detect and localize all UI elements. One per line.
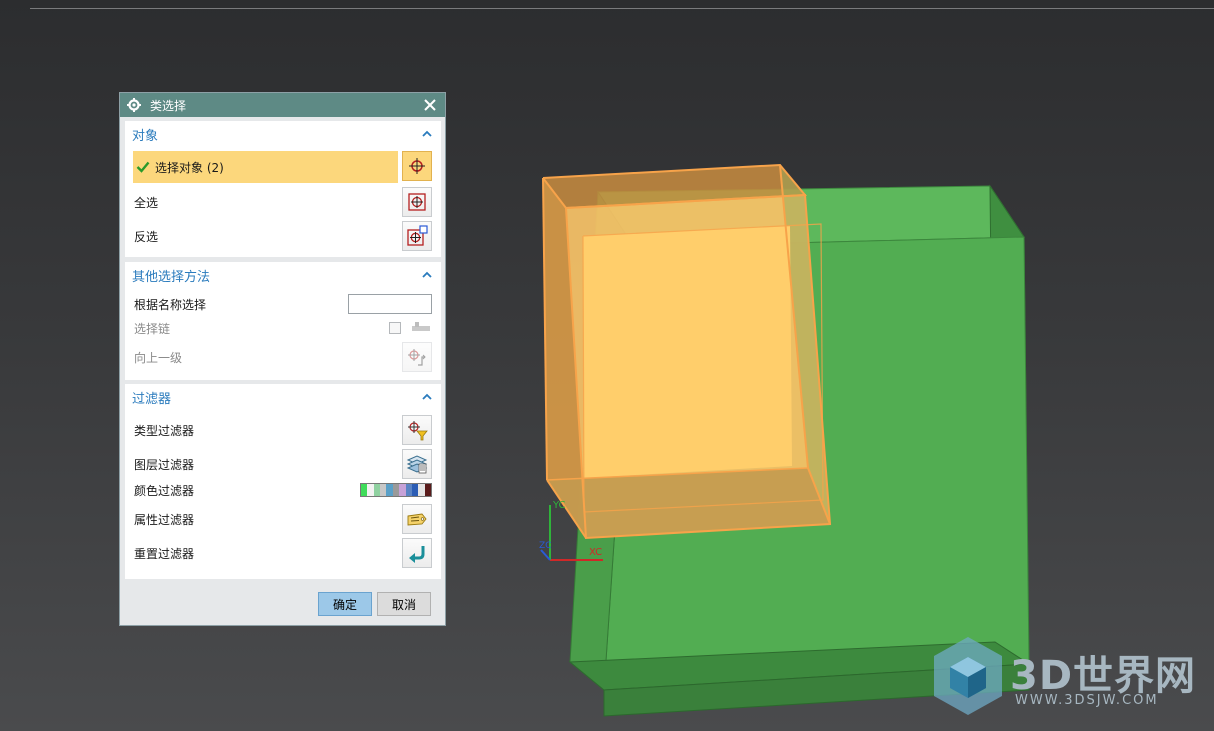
attribute-filter-button[interactable] [402,504,432,534]
crosshair-icon [409,158,425,174]
filters-title: 过滤器 [132,391,172,407]
select-object-label: 选择对象 (2) [155,160,224,175]
ok-button[interactable]: 确定 [318,592,372,616]
chain-icon [412,322,430,331]
up-one-level-row: 向上一级 [125,341,441,373]
site-watermark: 3D世界网 WWW.3DSJW.COM [930,635,1200,717]
gear-icon [126,97,142,113]
dialog-titlebar[interactable]: 类选择 [120,93,445,117]
select-all-button[interactable] [402,187,432,217]
select-all-label: 全选 [134,195,159,210]
filters-group: 过滤器 类型过滤器 图层过滤器 颜色过滤器 属性过滤器 重置过滤器 [125,384,441,579]
cube-logo-icon [934,637,1002,715]
invert-selection-row: 反选 [125,220,441,252]
color-swatch-10 [424,484,431,496]
type-filter-icon [408,421,428,441]
select-by-name-label: 根据名称选择 [134,297,207,312]
reset-arrow-icon [409,546,425,563]
axis-z-label: ZC [539,541,551,551]
select-object-row[interactable]: 选择对象 (2) [133,151,398,183]
object-group-title: 对象 [132,128,159,144]
attribute-filter-row: 属性过滤器 [125,503,441,535]
cancel-button[interactable]: 取消 [377,592,431,616]
type-filter-button[interactable] [402,415,432,445]
collapse-caret-icon[interactable] [421,391,433,403]
other-methods-header[interactable]: 其他选择方法 [125,262,441,288]
invert-selection-label: 反选 [134,229,159,244]
reset-filter-row: 重置过滤器 [125,537,441,569]
axis-y-label: YC [552,500,566,511]
attribute-filter-label: 属性过滤器 [134,512,195,527]
other-methods-title: 其他选择方法 [132,269,211,285]
filters-header[interactable]: 过滤器 [125,384,441,410]
up-level-icon [408,349,426,366]
layer-filter-label: 图层过滤器 [134,457,195,472]
axis-x-label: XC [589,547,602,558]
object-group: 对象 选择对象 (2) 全选 反选 [125,121,441,257]
collapse-caret-icon[interactable] [421,128,433,140]
type-filter-row: 类型过滤器 [125,414,441,446]
select-by-name-input[interactable] [348,294,432,314]
watermark-url-text: WWW.3DSJW.COM [1015,693,1159,708]
collapse-caret-icon[interactable] [421,269,433,281]
select-chain-row: 选择链 [125,314,441,342]
color-filter-label: 颜色过滤器 [134,483,195,498]
select-all-row: 全选 [125,186,441,218]
up-one-level-button[interactable] [402,342,432,372]
color-filter-swatch[interactable] [360,483,432,497]
attribute-tag-icon [407,513,427,526]
orange-selected-body[interactable] [542,163,832,540]
class-selection-dialog: 类选择 对象 选择对象 (2) 全选 反选 其他选择方法 根据名称选择 选择链 … [119,92,446,626]
invert-selection-icon [407,225,428,246]
reset-filter-button[interactable] [402,538,432,568]
select-chain-checkbox[interactable] [389,322,401,334]
up-one-level-label: 向上一级 [134,350,183,365]
layers-icon [406,455,428,474]
layer-filter-button[interactable] [402,449,432,479]
invert-selection-button[interactable] [402,221,432,251]
reset-filter-label: 重置过滤器 [134,546,195,561]
dialog-title: 类选择 [150,98,187,113]
select-chain-label: 选择链 [134,321,171,336]
other-methods-group: 其他选择方法 根据名称选择 选择链 向上一级 [125,262,441,380]
check-icon [136,161,150,173]
color-filter-row: 颜色过滤器 [125,476,441,504]
close-icon[interactable] [421,96,439,114]
select-object-button[interactable] [402,151,432,181]
select-all-icon [408,193,426,211]
type-filter-label: 类型过滤器 [134,423,195,438]
object-group-header[interactable]: 对象 [125,121,441,147]
